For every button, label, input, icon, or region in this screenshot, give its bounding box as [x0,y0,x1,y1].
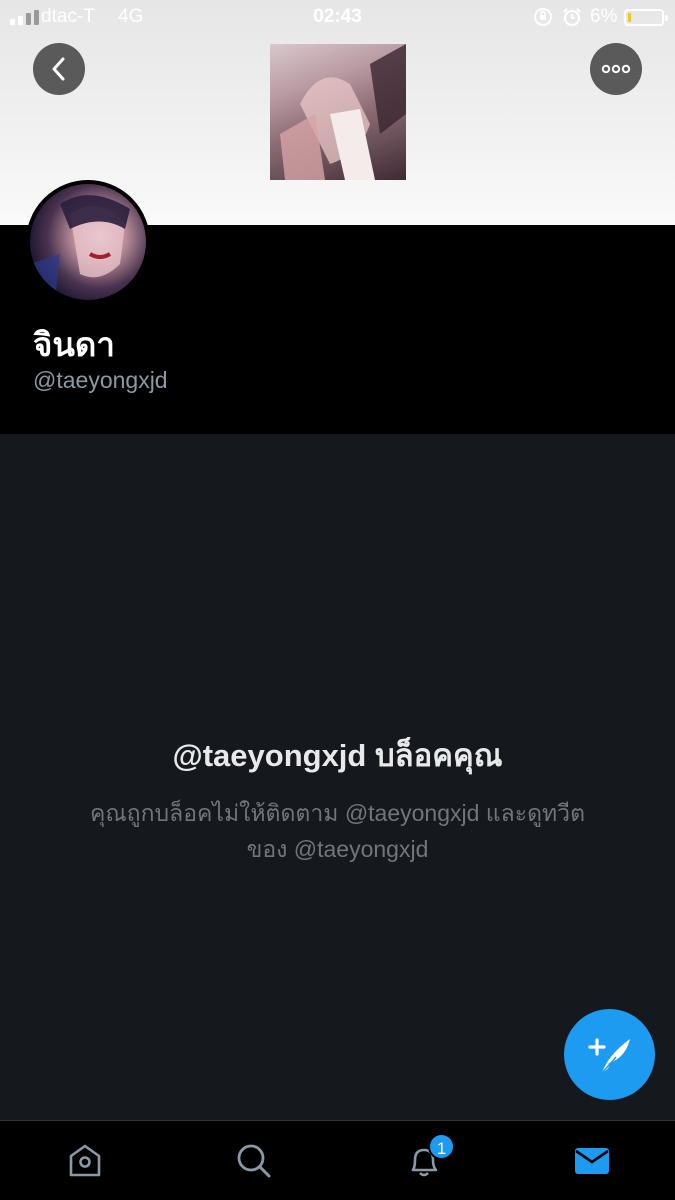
tab-bar: 1 [0,1120,675,1200]
compose-tweet-icon [587,1037,630,1073]
tab-search[interactable] [224,1135,284,1187]
mail-icon [575,1148,609,1174]
search-icon [237,1144,271,1178]
tab-messages[interactable] [562,1135,622,1187]
tab-home[interactable] [55,1135,115,1187]
banner-image[interactable] [270,44,406,180]
ellipsis-icon [601,64,631,74]
alarm-icon [562,7,582,33]
avatar[interactable] [26,180,150,304]
profile-handle: @taeyongxjd [33,367,168,393]
compose-tweet-button[interactable] [564,1009,655,1100]
rotation-lock-icon [533,7,553,33]
chevron-left-icon [52,57,65,81]
battery-percent: 6% [590,6,618,27]
back-button[interactable] [33,43,85,95]
status-bar: dtac-T 4G 02:43 6% [0,0,675,34]
blocked-title: @taeyongxjd บล็อคคุณ [172,738,503,773]
notification-badge: 1 [428,1133,455,1160]
tab-notifications[interactable]: 1 [394,1133,455,1187]
blocked-description: คุณถูกบล็อคไม่ให้ติดตาม @taeyongxjd และด… [89,800,586,862]
home-icon [69,1144,101,1177]
battery-level [628,13,632,22]
more-options-button[interactable] [590,43,642,95]
battery-icon [624,9,668,26]
profile-display-name: จินดา [33,326,115,363]
